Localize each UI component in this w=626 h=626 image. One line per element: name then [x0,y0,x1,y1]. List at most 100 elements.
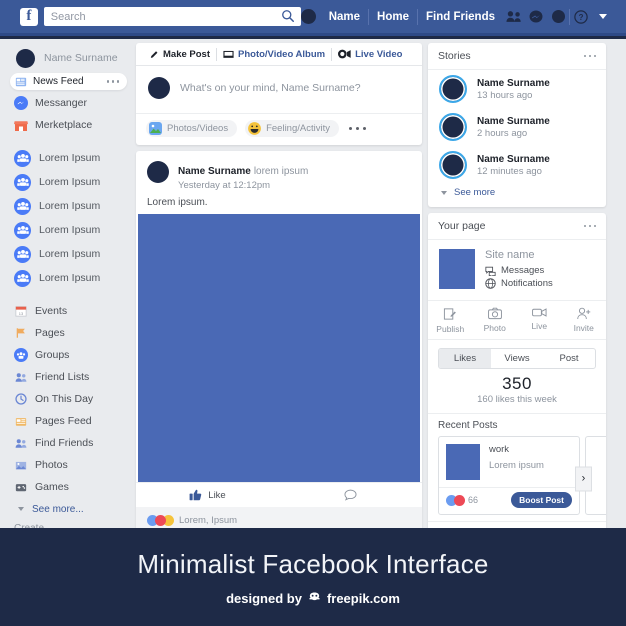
publish-button[interactable]: Publish [428,307,473,334]
album-icon [223,50,234,59]
search-input[interactable] [44,11,301,23]
your-page-header: Your page [428,213,606,240]
tab-likes[interactable]: Likes [439,349,491,368]
chevron-right-icon[interactable]: › [575,466,592,491]
sidebar-item-profile[interactable]: Name Surname [0,45,135,71]
calendar-icon: 13 [14,304,28,318]
sidebar-see-more[interactable]: See more... [0,498,135,520]
avatar[interactable] [147,161,169,183]
story-item-0[interactable]: Name Surname 13 hours ago [428,70,606,108]
like-button[interactable]: Like [136,489,279,501]
sidebar-item-merketplace[interactable]: Merketplace [0,114,135,136]
action-label: Photos/Videos [167,123,228,134]
avatar[interactable] [301,9,316,24]
search-icon[interactable] [281,9,295,23]
sidebar-item-games[interactable]: Games [0,476,135,498]
avatar [148,77,170,99]
nav-item-find-friends[interactable]: Find Friends [418,9,503,25]
sidebar-item-events[interactable]: 13 Events [0,300,135,322]
composer-placeholder[interactable]: What's on your mind, Name Surname? [180,82,361,94]
recent-posts-title: Recent Posts [428,413,606,436]
tab-live-video[interactable]: Live Video [332,49,408,60]
photo-button[interactable]: Photo [473,307,518,334]
tab-views[interactable]: Views [491,349,543,368]
action-label: Live [531,321,547,331]
live-button[interactable]: Live [517,307,562,334]
right-rail: Stories Name Surname 13 hours ago Name S… [428,43,606,557]
photos-videos-icon [149,122,162,135]
sidebar-item-group-4[interactable]: Lorem Ipsum [0,242,135,266]
photos-videos-button[interactable]: Photos/Videos [146,120,237,137]
help-icon[interactable]: ? [570,10,592,24]
more-options-icon[interactable] [584,225,597,228]
clock-icon [14,392,28,406]
sidebar-item-group-3[interactable]: Lorem Ipsum [0,218,135,242]
post-author[interactable]: Name Surname [178,166,251,177]
site-name: Site name [485,249,553,261]
more-options-icon[interactable] [349,127,367,131]
page-thumbnail[interactable] [439,249,475,289]
recent-post-card[interactable]: work Lorem ipsum 66 Boost Post [438,436,580,515]
avatar [439,75,467,103]
facebook-logo-icon[interactable]: f [20,8,38,26]
comment-button[interactable] [279,489,422,501]
page-link-notifications[interactable]: Notifications [485,278,553,289]
globe-icon [485,278,496,289]
sidebar-item-pages-feed[interactable]: Pages Feed [0,410,135,432]
sidebar-item-messanger[interactable]: Messanger [0,92,135,114]
sidebar-item-group-2[interactable]: Lorem Ipsum [0,194,135,218]
recent-posts-carousel: work Lorem ipsum 66 Boost Post › [428,436,606,521]
sidebar-item-on-this-day[interactable]: On This Day [0,388,135,410]
search-bar[interactable] [44,7,301,26]
sidebar-item-group-0[interactable]: Lorem Ipsum [0,146,135,170]
messages-icon [485,266,496,276]
sidebar-item-group-1[interactable]: Lorem Ipsum [0,170,135,194]
sidebar-item-photos[interactable]: Photos [0,454,135,476]
sidebar-item-friend-lists[interactable]: Friend Lists [0,366,135,388]
post-subtitle: lorem ipsum [254,166,308,177]
recent-post-top: work Lorem ipsum [439,437,579,487]
groups-icon [14,348,28,362]
group-icon [14,198,31,215]
sidebar-item-group-5[interactable]: Lorem Ipsum [0,266,135,290]
top-navigation-bar: f Name Home Find Friends [0,0,626,36]
story-meta: Name Surname 2 hours ago [477,116,550,139]
photo-icon [14,458,28,472]
tab-photo-video-album[interactable]: Photo/Video Album [217,49,331,60]
composer-input-row[interactable]: What's on your mind, Name Surname? [136,66,422,113]
notifications-icon[interactable] [547,10,569,23]
sidebar-item-pages[interactable]: Pages [0,322,135,344]
account-caret-icon[interactable] [592,14,614,19]
news-feed-column: Make Post Photo/Video Album Live Video [136,43,422,540]
avatar [439,151,467,179]
invite-button[interactable]: Invite [562,307,607,334]
nav-item-name[interactable]: Name [321,9,368,25]
tab-post[interactable]: Post [543,349,595,368]
stories-header: Stories [428,43,606,70]
sidebar-item-news-feed[interactable]: News Feed [10,73,127,90]
boost-post-button[interactable]: Boost Post [511,492,572,508]
story-item-2[interactable]: Name Surname 12 minutes ago [428,146,606,184]
news-feed-options-icon[interactable] [107,80,120,83]
friend-requests-icon[interactable] [503,10,525,23]
reactions-text[interactable]: Lorem, Ipsum [179,515,237,526]
post-image[interactable] [138,214,420,482]
action-label: Publish [436,324,464,334]
sidebar-item-groups[interactable]: Groups [0,344,135,366]
group-icon [14,222,31,239]
tab-make-post[interactable]: Make Post [144,49,216,60]
action-label: Feeling/Activity [266,123,330,134]
stories-see-more[interactable]: See more [428,184,606,207]
comment-icon [344,489,357,501]
messenger-icon[interactable] [525,10,547,24]
nav-item-home[interactable]: Home [369,9,417,25]
your-page-panel: Your page Site name Messages Notificati [428,213,606,551]
chevron-down-icon [18,507,24,511]
sidebar-item-find-friends[interactable]: Find Friends [0,432,135,454]
feeling-activity-button[interactable]: Feeling/Activity [245,120,339,137]
page-link-messages[interactable]: Messages [485,265,553,276]
story-item-1[interactable]: Name Surname 2 hours ago [428,108,606,146]
more-options-icon[interactable] [584,55,597,58]
pencil-icon [150,50,159,59]
notifications-dot [552,10,565,23]
